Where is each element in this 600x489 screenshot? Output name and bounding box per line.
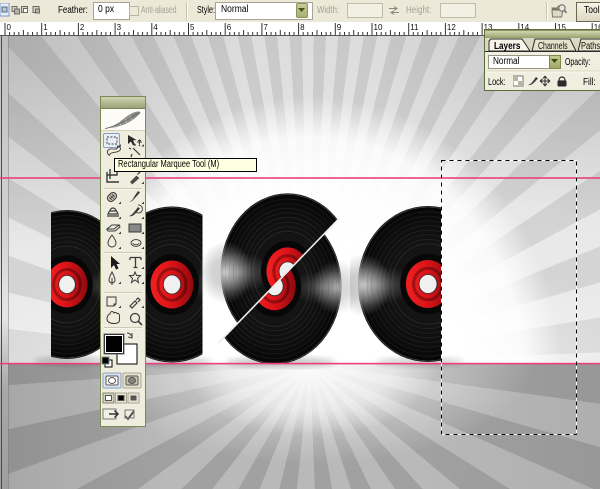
- svg-text:11: 11: [410, 23, 419, 32]
- svg-text:10: 10: [374, 23, 383, 32]
- svg-text:0: 0: [7, 23, 12, 32]
- svg-text:3: 3: [117, 23, 122, 32]
- svg-text:6: 6: [227, 23, 232, 32]
- svg-text:12: 12: [447, 23, 456, 32]
- svg-text:2: 2: [80, 23, 85, 32]
- svg-text:7: 7: [263, 23, 268, 32]
- svg-text:5: 5: [190, 23, 195, 32]
- svg-text:8: 8: [300, 23, 305, 32]
- svg-text:9: 9: [337, 23, 342, 32]
- svg-text:1: 1: [43, 23, 48, 32]
- svg-text:4: 4: [153, 23, 158, 32]
